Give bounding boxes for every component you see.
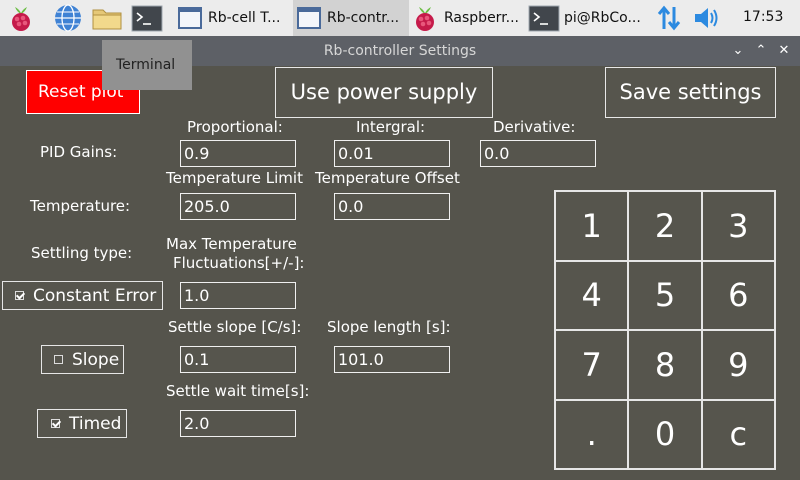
temperature-limit-field[interactable]: 205.0 bbox=[180, 193, 296, 220]
settle-slope-field[interactable]: 0.1 bbox=[180, 346, 296, 373]
temperature-offset-field[interactable]: 0.0 bbox=[334, 193, 450, 220]
network-icon[interactable] bbox=[654, 3, 684, 33]
key-2[interactable]: 2 bbox=[628, 191, 702, 261]
slope-checkbox[interactable]: Slope bbox=[41, 345, 124, 374]
key-4[interactable]: 4 bbox=[555, 260, 629, 330]
window-icon bbox=[178, 7, 202, 29]
raspberry-icon bbox=[416, 7, 434, 31]
slope-length-field[interactable]: 101.0 bbox=[334, 346, 450, 373]
key-3[interactable]: 3 bbox=[701, 191, 775, 261]
key-1[interactable]: 1 bbox=[555, 191, 629, 261]
slope-length-label: Slope length [s]: bbox=[327, 318, 451, 336]
temperature-limit-label: Temperature Limit bbox=[166, 169, 303, 187]
clock: 17:53 bbox=[743, 9, 784, 25]
key-8[interactable]: 8 bbox=[628, 330, 702, 400]
key-clear[interactable]: c bbox=[701, 399, 775, 469]
derivative-field[interactable]: 0.0 bbox=[480, 140, 596, 167]
proportional-label: Proportional: bbox=[187, 118, 283, 136]
integral-field[interactable]: 0.01 bbox=[334, 140, 450, 167]
task-button-raspberry[interactable]: Raspberr... bbox=[410, 0, 528, 36]
timed-checkbox[interactable]: Timed bbox=[37, 409, 127, 438]
window-icon bbox=[297, 7, 321, 29]
terminal-icon bbox=[528, 5, 560, 32]
key-7[interactable]: 7 bbox=[555, 330, 629, 400]
key-9[interactable]: 9 bbox=[701, 330, 775, 400]
slope-label: Slope bbox=[72, 349, 120, 370]
task-button-terminal[interactable]: pi@RbCo... bbox=[528, 0, 646, 36]
derivative-label: Derivative: bbox=[493, 118, 576, 136]
task-label: Rb-cell T... bbox=[208, 10, 281, 26]
key-5[interactable]: 5 bbox=[628, 260, 702, 330]
integral-label: Intergral: bbox=[356, 118, 426, 136]
settle-slope-label: Settle slope [C/s]: bbox=[168, 318, 302, 336]
chevron-up-icon[interactable]: ⌃ bbox=[751, 40, 771, 62]
temperature-offset-label: Temperature Offset bbox=[315, 169, 460, 187]
settle-wait-time-label: Settle wait time[s]: bbox=[166, 382, 310, 400]
max-fluctuation-label-line1: Max Temperature bbox=[166, 235, 297, 253]
chevron-down-icon[interactable]: ⌄ bbox=[728, 40, 748, 62]
constant-error-checkbox[interactable]: Constant Error bbox=[2, 281, 163, 310]
tooltip: Terminal bbox=[102, 40, 192, 90]
taskbar: Rb-cell T... Rb-contr... Raspberr... pi@… bbox=[0, 0, 800, 36]
task-button-rb-cell[interactable]: Rb-cell T... bbox=[174, 0, 292, 36]
checkbox-checked-icon bbox=[15, 291, 24, 300]
numeric-keypad: 1 2 3 4 5 6 7 8 9 . 0 c bbox=[554, 190, 776, 470]
constant-error-label: Constant Error bbox=[33, 285, 157, 306]
max-fluctuation-field[interactable]: 1.0 bbox=[180, 282, 296, 309]
max-fluctuation-label-line2: Fluctuations[+/-]: bbox=[173, 254, 305, 272]
settling-type-label: Settling type: bbox=[31, 244, 133, 262]
task-label: Rb-contr... bbox=[327, 10, 400, 26]
checkbox-unchecked-icon bbox=[54, 355, 63, 364]
settle-wait-time-field[interactable]: 2.0 bbox=[180, 410, 296, 437]
volume-icon[interactable] bbox=[692, 3, 722, 33]
task-button-rb-controller[interactable]: Rb-contr... bbox=[293, 0, 409, 36]
task-label: pi@RbCo... bbox=[564, 10, 641, 26]
key-0[interactable]: 0 bbox=[628, 399, 702, 469]
timed-label: Timed bbox=[69, 413, 122, 434]
proportional-field[interactable]: 0.9 bbox=[180, 140, 296, 167]
use-power-supply-button[interactable]: Use power supply bbox=[275, 67, 493, 118]
key-decimal[interactable]: . bbox=[555, 399, 629, 469]
web-browser-icon[interactable] bbox=[53, 3, 83, 33]
save-settings-button[interactable]: Save settings bbox=[605, 67, 776, 118]
checkbox-checked-icon bbox=[51, 419, 60, 428]
terminal-launcher-icon[interactable] bbox=[131, 3, 163, 33]
temperature-label: Temperature: bbox=[30, 197, 131, 215]
close-icon[interactable]: ✕ bbox=[774, 40, 794, 62]
key-6[interactable]: 6 bbox=[701, 260, 775, 330]
raspberry-menu-icon[interactable] bbox=[6, 3, 36, 33]
file-manager-icon[interactable] bbox=[91, 3, 122, 33]
pid-gains-label: PID Gains: bbox=[40, 143, 118, 161]
task-label: Raspberr... bbox=[444, 10, 520, 26]
